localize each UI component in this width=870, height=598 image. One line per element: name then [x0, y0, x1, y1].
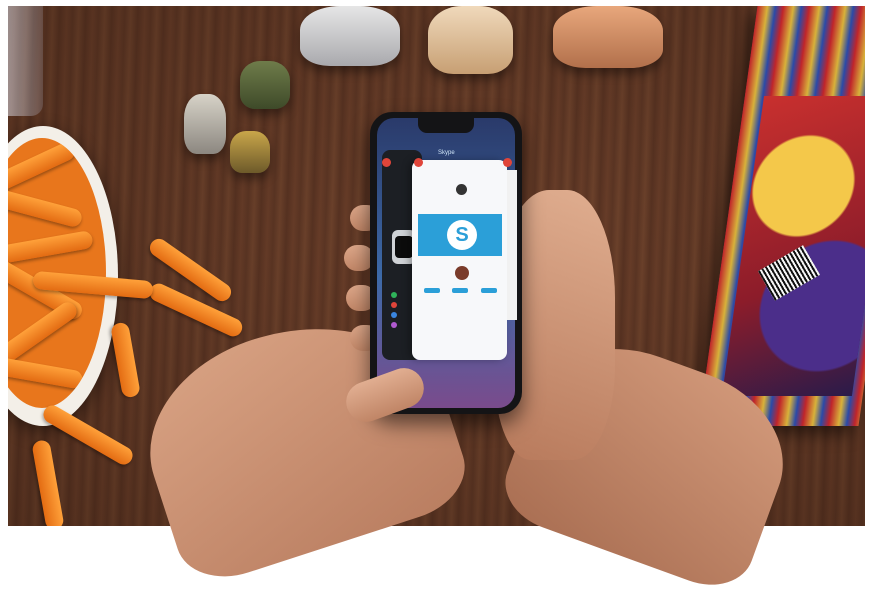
toy-figure: [230, 131, 270, 173]
watch-face: [395, 236, 413, 258]
toy-figure: [300, 6, 400, 66]
avatar: [455, 266, 469, 280]
toy-figure: [428, 6, 513, 74]
snack-puff: [31, 439, 65, 526]
toy-figure: [553, 6, 663, 68]
skype-app-label: Skype: [438, 150, 455, 156]
toy-figure: [184, 94, 226, 154]
app-switcher-card-edge[interactable]: [507, 170, 517, 320]
app-list-dot: [391, 312, 397, 318]
close-badge-icon[interactable]: [414, 158, 423, 167]
snack-puff: [40, 402, 136, 468]
close-badge-icon[interactable]: [382, 158, 391, 167]
phone-notch: [418, 118, 474, 133]
glass: [8, 6, 43, 116]
toy-figure: [240, 61, 290, 109]
skype-logo-icon: S: [447, 220, 477, 250]
app-list-dot: [391, 322, 397, 328]
mini-button[interactable]: [481, 288, 497, 293]
mini-button[interactable]: [424, 288, 440, 293]
app-list-dot: [391, 302, 397, 308]
avatar: [456, 184, 467, 195]
close-badge-icon[interactable]: [503, 158, 512, 167]
snack-puff: [110, 321, 141, 399]
app-list-dot: [391, 292, 397, 298]
mini-button[interactable]: [452, 288, 468, 293]
